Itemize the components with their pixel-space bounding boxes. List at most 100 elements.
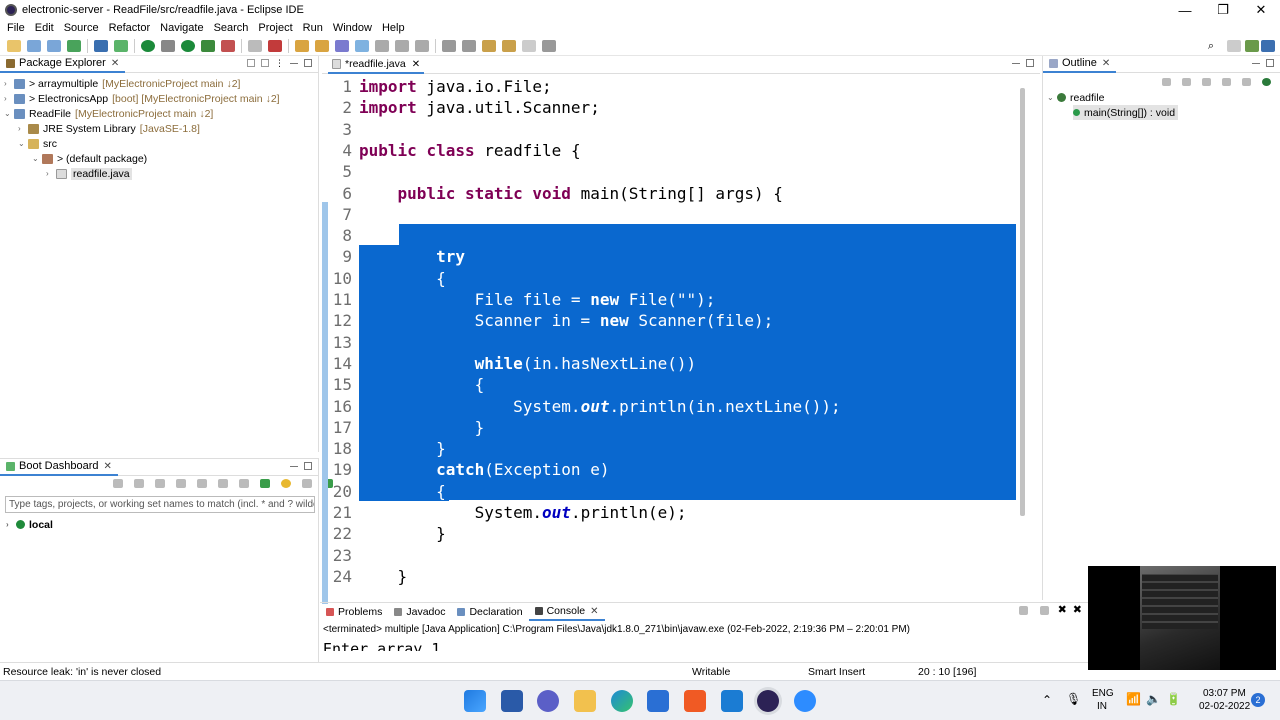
microphone-icon[interactable]: 🎙 (1066, 692, 1081, 706)
terminal-icon[interactable] (94, 39, 108, 52)
tab-problems[interactable]: Problems (320, 604, 388, 621)
tab-package-explorer[interactable]: Package Explorer ✕ (0, 56, 126, 73)
add-icon[interactable] (260, 479, 270, 488)
tab-javadoc[interactable]: Javadoc (388, 604, 451, 621)
menu-project[interactable]: Project (253, 22, 297, 34)
menu-navigate[interactable]: Navigate (155, 22, 208, 34)
file-explorer-icon[interactable] (574, 690, 596, 712)
close-icon[interactable]: ✕ (412, 59, 420, 70)
link-editor-icon[interactable] (261, 59, 269, 67)
chevron-right-icon[interactable]: › (6, 520, 16, 529)
stop-icon[interactable] (248, 39, 262, 52)
new-icon[interactable] (7, 39, 21, 52)
edge-icon[interactable] (611, 690, 633, 712)
clock-date[interactable]: 02-02-2022 (1199, 701, 1250, 712)
back-icon[interactable] (502, 39, 516, 52)
show-whitespace-icon[interactable] (395, 39, 409, 52)
tree-item-jre[interactable]: › JRE System Library [JavaSE-1.8] (18, 121, 200, 136)
last-edit-icon[interactable] (482, 39, 496, 52)
chevron-right-icon[interactable]: › (46, 169, 56, 178)
spring-icon[interactable] (114, 39, 128, 52)
minimize-icon[interactable] (290, 63, 298, 65)
horizontal-scrollbar[interactable] (360, 584, 1016, 594)
tree-item-src[interactable]: ⌄ src (18, 136, 57, 151)
chevron-down-icon[interactable]: ⌄ (4, 109, 14, 118)
open-type-icon[interactable] (295, 39, 309, 52)
start-icon[interactable] (464, 690, 486, 712)
eclipse-taskbar-icon[interactable] (757, 690, 779, 712)
chat-icon[interactable] (537, 690, 559, 712)
hide-nonpublic-icon[interactable] (1242, 78, 1251, 86)
menu-help[interactable]: Help (377, 22, 410, 34)
notification-badge[interactable]: 2 (1251, 693, 1265, 707)
start-icon[interactable] (113, 479, 123, 488)
view-menu-icon[interactable]: ⋮ (275, 59, 284, 68)
collapse-all-icon[interactable] (247, 59, 255, 67)
tree-item-default-package[interactable]: ⌄ > (default package) (32, 151, 147, 166)
menu-search[interactable]: Search (209, 22, 254, 34)
vertical-scrollbar[interactable] (1019, 88, 1027, 516)
volume-icon[interactable]: 🔈 (1146, 692, 1161, 706)
chevron-right-icon[interactable]: › (18, 124, 28, 133)
close-icon[interactable]: ✕ (590, 606, 598, 617)
forward-icon[interactable] (522, 39, 536, 52)
maximize-icon[interactable] (304, 462, 312, 470)
vscode-icon[interactable] (721, 690, 743, 712)
browser-icon[interactable] (218, 479, 228, 488)
hide-local-types-icon[interactable] (1262, 78, 1271, 86)
minimize-icon[interactable] (290, 466, 298, 468)
maximize-icon[interactable] (1266, 59, 1274, 67)
wifi-icon[interactable]: 📶 (1126, 692, 1141, 706)
close-button[interactable]: ✕ (1242, 0, 1280, 20)
menu-run[interactable]: Run (298, 22, 328, 34)
chevron-down-icon[interactable]: ⌄ (32, 154, 42, 163)
clear-console-icon[interactable] (1039, 606, 1049, 615)
code-area[interactable]: 1 import java.io.File; 2 import java.util.S… (330, 76, 1016, 642)
menu-file[interactable]: File (2, 22, 30, 34)
pin-console-icon[interactable] (1018, 606, 1028, 615)
zoom-icon[interactable] (794, 690, 816, 712)
new-project-icon[interactable] (67, 39, 81, 52)
tab-outline[interactable]: Outline ✕ (1043, 56, 1117, 73)
tab-declaration[interactable]: Declaration (451, 604, 528, 621)
run-icon[interactable] (181, 39, 195, 52)
maximize-icon[interactable] (1026, 59, 1034, 67)
server-icon[interactable] (268, 39, 282, 52)
tab-console[interactable]: Console ✕ (528, 604, 605, 621)
outline-item-method[interactable]: main(String[]) : void (1073, 105, 1179, 120)
prev-annotation-icon[interactable] (462, 39, 476, 52)
region-label[interactable]: IN (1097, 701, 1107, 712)
spring-perspective-icon[interactable] (1245, 40, 1259, 52)
brave-icon[interactable] (684, 690, 706, 712)
minimize-icon[interactable] (1012, 63, 1020, 65)
toggle-mark-icon[interactable] (355, 39, 369, 52)
search-tool-icon[interactable] (335, 39, 349, 52)
maximize-button[interactable]: ❐ (1204, 0, 1242, 20)
minimize-icon[interactable] (1252, 63, 1260, 65)
save-all-icon[interactable] (47, 39, 61, 52)
menu-source[interactable]: Source (59, 22, 104, 34)
save-icon[interactable] (27, 39, 41, 52)
coverage-icon[interactable] (201, 39, 215, 52)
clock-time[interactable]: 03:07 PM (1203, 688, 1246, 699)
close-icon[interactable]: ✕ (1102, 58, 1110, 69)
collapse-all-icon[interactable] (1182, 78, 1191, 86)
close-icon[interactable]: ✕ (111, 58, 119, 69)
close-icon[interactable]: ✕ (104, 461, 112, 472)
menu-refactor[interactable]: Refactor (104, 22, 156, 34)
stop-icon[interactable] (155, 479, 165, 488)
scrollbar-thumb[interactable] (1020, 88, 1025, 516)
sort-icon[interactable] (1162, 78, 1171, 86)
chevron-up-icon[interactable]: ⌃ (1042, 693, 1052, 707)
tree-item-local[interactable]: › local (6, 517, 53, 532)
search-icon[interactable]: ⌕ (1208, 40, 1214, 53)
debug-icon[interactable] (161, 39, 175, 52)
external-tools-icon[interactable] (221, 39, 235, 52)
open-task-icon[interactable] (315, 39, 329, 52)
properties-icon[interactable] (239, 479, 249, 488)
console-icon[interactable] (197, 479, 207, 488)
chevron-down-icon[interactable]: ⌄ (18, 139, 28, 148)
todo-icon[interactable] (647, 690, 669, 712)
lightbulb-icon[interactable] (281, 479, 291, 488)
block-selection-icon[interactable] (375, 39, 389, 52)
